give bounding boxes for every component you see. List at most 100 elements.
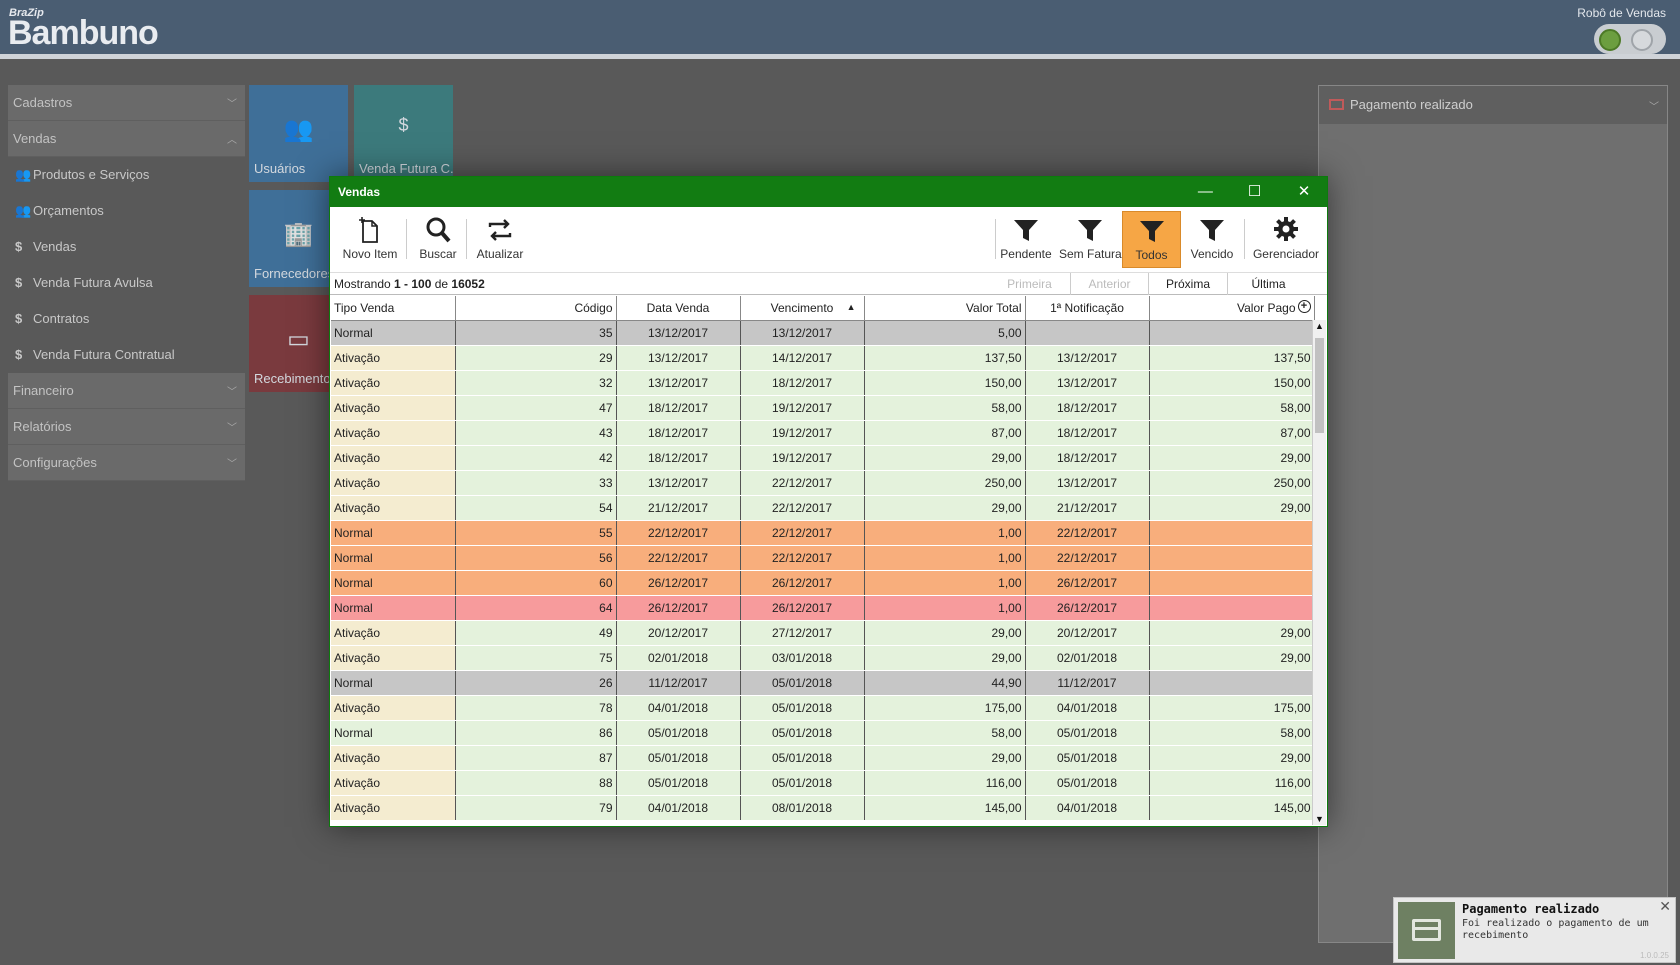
sidebar-section-relatorios[interactable]: Relatórios ﹀ xyxy=(8,409,245,445)
table-row[interactable]: Ativação 43 18/12/2017 19/12/2017 87,00 18/12… xyxy=(331,420,1315,446)
column-header-tipo[interactable]: Tipo Venda xyxy=(331,296,456,321)
table-row[interactable]: Normal 60 26/12/2017 26/12/2017 1,00 26/12/20… xyxy=(331,570,1315,596)
table-row[interactable]: Ativação 54 21/12/2017 22/12/2017 29,00 21/12… xyxy=(331,495,1315,521)
sidebar-item-vendas[interactable]: $ Vendas xyxy=(8,229,245,265)
sidebar-item-venda-futura-avulsa[interactable]: $ Venda Futura Avulsa xyxy=(8,265,245,301)
robot-toggle[interactable] xyxy=(1594,24,1666,54)
cell-tipo: Ativação xyxy=(331,345,456,371)
chevron-down-icon: ﹀ xyxy=(1649,102,1659,113)
sidebar-item-venda-futura-contratual[interactable]: $ Venda Futura Contratual xyxy=(8,337,245,373)
table-row[interactable]: Ativação 87 05/01/2018 05/01/2018 29,00 05/01… xyxy=(331,745,1315,771)
filter-overdue-button[interactable]: Vencido xyxy=(1182,207,1242,269)
dollar-icon: $ xyxy=(15,239,23,254)
column-header-valor-total[interactable]: Valor Total xyxy=(864,296,1026,321)
table-row[interactable]: Ativação 88 05/01/2018 05/01/2018 116,00 05/0… xyxy=(331,770,1315,796)
sidebar-item-orcamentos[interactable]: 👥 Orçamentos xyxy=(8,193,245,229)
sidebar-item-contratos[interactable]: $ Contratos xyxy=(8,301,245,337)
cell-data: 18/12/2017 xyxy=(616,445,741,471)
cell-codigo: 88 xyxy=(455,770,617,796)
cell-data: 13/12/2017 xyxy=(616,470,741,496)
vendas-dialog: Vendas — ☐ ✕ Novo Item Buscar Atualizar … xyxy=(329,176,1328,827)
pager-next-button[interactable]: Próxima xyxy=(1148,273,1227,295)
toast-version: 1.0.0.25 xyxy=(1640,951,1669,960)
table-row[interactable]: Ativação 49 20/12/2017 27/12/2017 29,00 20/12… xyxy=(331,620,1315,646)
toolbar: Novo Item Buscar Atualizar Pendente Sem … xyxy=(330,207,1327,273)
column-header-valor-pago[interactable]: Valor Pago + xyxy=(1149,296,1315,321)
sidebar-item-label: Produtos e Serviços xyxy=(33,167,150,182)
scrollbar-thumb[interactable] xyxy=(1315,338,1324,433)
cell-data: 02/01/2018 xyxy=(616,645,741,671)
sidebar-item-label: Vendas xyxy=(33,239,77,254)
column-header-notificacao[interactable]: 1ª Notificação xyxy=(1025,296,1150,321)
refresh-label: Atualizar xyxy=(476,247,524,261)
table-row[interactable]: Normal 35 13/12/2017 13/12/2017 5,00 xyxy=(331,320,1315,346)
cell-data: 04/01/2018 xyxy=(616,695,741,721)
search-button[interactable]: Buscar xyxy=(410,207,466,269)
table-row[interactable]: Normal 64 26/12/2017 26/12/2017 1,00 26/12/20… xyxy=(331,595,1315,621)
table-row[interactable]: Ativação 32 13/12/2017 18/12/2017 150,00 13/1… xyxy=(331,370,1315,396)
sidebar-section-vendas[interactable]: Vendas ︿ xyxy=(8,121,245,157)
sidebar-section-financeiro[interactable]: Financeiro ﹀ xyxy=(8,373,245,409)
add-column-icon[interactable]: + xyxy=(1297,300,1311,313)
filter-icon xyxy=(1078,220,1102,241)
filter-all-button[interactable]: Todos xyxy=(1122,211,1181,268)
sidebar-section-label: Vendas xyxy=(13,131,57,146)
column-header-vencimento[interactable]: Vencimento ▲ xyxy=(740,296,865,321)
table-row[interactable]: Normal 86 05/01/2018 05/01/2018 58,00 05/01/2… xyxy=(331,720,1315,746)
refresh-button[interactable]: Atualizar xyxy=(468,207,532,269)
notification-panel-header[interactable]: Pagamento realizado ﹀ xyxy=(1319,86,1667,124)
cell-tipo: Normal xyxy=(331,570,456,596)
close-button[interactable]: ✕ xyxy=(1281,177,1327,207)
cell-venc: 18/12/2017 xyxy=(740,370,865,396)
table-row[interactable]: Ativação 42 18/12/2017 19/12/2017 29,00 18/12… xyxy=(331,445,1315,471)
manager-button[interactable]: Gerenciador xyxy=(1248,207,1324,269)
cell-pago xyxy=(1149,520,1315,546)
cell-venc: 05/01/2018 xyxy=(740,720,865,746)
table-row[interactable]: Normal 26 11/12/2017 05/01/2018 44,90 11/12/2… xyxy=(331,670,1315,696)
cell-total: 29,00 xyxy=(864,645,1026,671)
column-header-codigo[interactable]: Código xyxy=(455,296,617,321)
table-row[interactable]: Ativação 29 13/12/2017 14/12/2017 137,50 13/1… xyxy=(331,345,1315,371)
maximize-button[interactable]: ☐ xyxy=(1232,177,1278,207)
scroll-up-icon[interactable]: ▲ xyxy=(1315,321,1324,331)
cell-notif: 18/12/2017 xyxy=(1025,395,1150,421)
tile-venda-futura[interactable]: $ Venda Futura C... xyxy=(354,85,454,182)
new-item-button[interactable]: Novo Item xyxy=(338,207,402,269)
scroll-down-icon[interactable]: ▼ xyxy=(1315,814,1324,824)
close-icon[interactable]: ✕ xyxy=(1659,898,1671,915)
dialog-titlebar[interactable]: Vendas — ☐ ✕ xyxy=(330,177,1327,207)
table-row[interactable]: Ativação 79 04/01/2018 08/01/2018 145,00 04/0… xyxy=(331,795,1315,821)
filter-pending-button[interactable]: Pendente xyxy=(999,207,1053,269)
column-header-label: Vencimento xyxy=(770,300,834,315)
table-row[interactable]: Ativação 78 04/01/2018 05/01/2018 175,00 04/0… xyxy=(331,695,1315,721)
tile-usuarios[interactable]: 👥 Usuários xyxy=(249,85,348,182)
cell-codigo: 32 xyxy=(455,370,617,396)
cell-codigo: 55 xyxy=(455,520,617,546)
pager-prefix: Mostrando xyxy=(334,277,395,291)
new-document-icon xyxy=(359,217,378,243)
sidebar-section-cadastros[interactable]: Cadastros ﹀ xyxy=(8,85,245,121)
cell-tipo: Normal xyxy=(331,545,456,571)
filter-no-invoice-button[interactable]: Sem Fatura xyxy=(1059,207,1122,269)
cell-data: 13/12/2017 xyxy=(616,345,741,371)
table-row[interactable]: Ativação 33 13/12/2017 22/12/2017 250,00 13/1… xyxy=(331,470,1315,496)
toast-title: Pagamento realizado xyxy=(1462,902,1600,916)
filter-icon xyxy=(1014,220,1038,241)
table-row[interactable]: Ativação 47 18/12/2017 19/12/2017 58,00 18/12… xyxy=(331,395,1315,421)
column-header-data-venda[interactable]: Data Venda xyxy=(616,296,741,321)
cell-tipo: Ativação xyxy=(331,445,456,471)
minimize-button[interactable]: — xyxy=(1182,177,1228,207)
sidebar-item-produtos[interactable]: 👥 Produtos e Serviços xyxy=(8,157,245,193)
cell-total: 137,50 xyxy=(864,345,1026,371)
pager-first-button[interactable]: Primeira xyxy=(990,273,1069,295)
toast-notification[interactable]: Pagamento realizado Foi realizado o paga… xyxy=(1393,897,1676,963)
cell-notif: 13/12/2017 xyxy=(1025,370,1150,396)
pager-previous-button[interactable]: Anterior xyxy=(1070,273,1148,295)
table-row[interactable]: Ativação 75 02/01/2018 03/01/2018 29,00 02/01… xyxy=(331,645,1315,671)
cell-tipo: Normal xyxy=(331,320,456,346)
table-row[interactable]: Normal 56 22/12/2017 22/12/2017 1,00 22/12/20… xyxy=(331,545,1315,571)
table-row[interactable]: Normal 55 22/12/2017 22/12/2017 1,00 22/12/20… xyxy=(331,520,1315,546)
pager-last-button[interactable]: Última xyxy=(1227,273,1309,295)
table-scrollbar[interactable]: ▲ ▼ xyxy=(1312,320,1326,825)
sidebar-section-configuracoes[interactable]: Configurações ﹀ xyxy=(8,445,245,481)
